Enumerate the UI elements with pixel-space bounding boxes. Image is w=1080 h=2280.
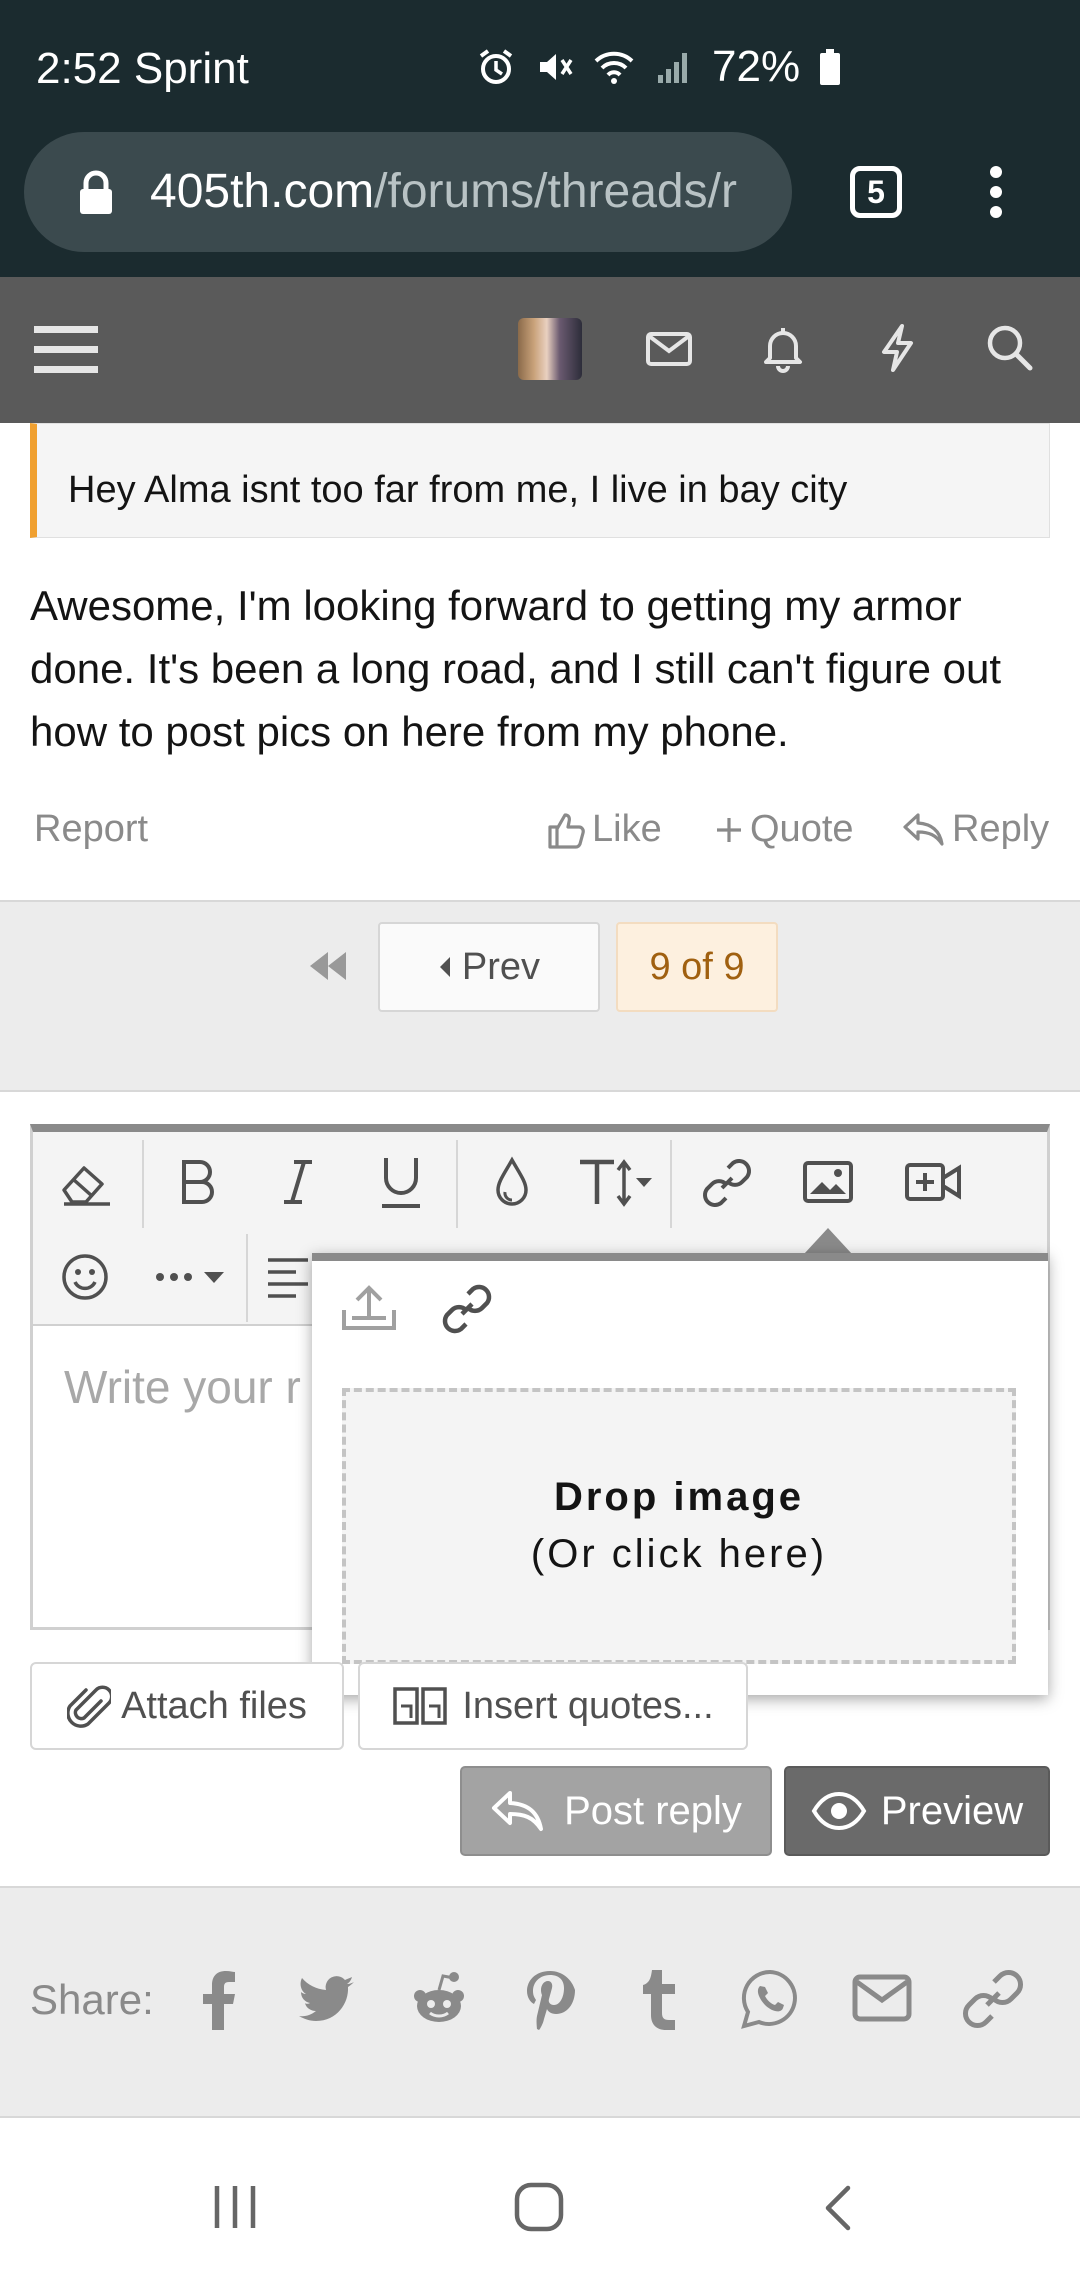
smiley-icon[interactable] — [60, 1252, 110, 1302]
reply-label: Reply — [952, 808, 1050, 850]
thumbs-up-icon — [546, 809, 586, 851]
preview-label: Preview — [880, 1788, 1024, 1833]
quote-button[interactable]: Quote — [714, 808, 854, 851]
video-icon[interactable] — [904, 1160, 962, 1204]
status-time: 2:52 Sprint — [36, 44, 249, 93]
caret-left-icon — [438, 955, 452, 979]
link-icon[interactable] — [700, 1156, 754, 1210]
more-menu-icon[interactable] — [986, 164, 1006, 220]
url-host: 405th.com — [150, 165, 375, 218]
reply-arrow-icon — [902, 811, 946, 849]
text-size-icon[interactable] — [576, 1156, 656, 1210]
paperclip-icon — [67, 1681, 112, 1731]
prev-label: Prev — [461, 945, 541, 988]
align-icon[interactable] — [266, 1254, 310, 1298]
more-options-icon[interactable] — [154, 1262, 234, 1292]
current-page-indicator[interactable]: 9 of 9 — [616, 922, 778, 1012]
attach-files-button[interactable]: Attach files — [30, 1662, 344, 1750]
image-url-link-icon[interactable] — [440, 1282, 494, 1336]
status-icons: 72% — [476, 42, 842, 92]
reddit-icon[interactable] — [408, 1968, 470, 2030]
pinterest-icon[interactable] — [522, 1968, 576, 2032]
insert-quotes-label: Insert quotes... — [462, 1684, 714, 1727]
underline-icon[interactable] — [378, 1154, 424, 1210]
like-button[interactable]: Like — [546, 808, 662, 851]
reply-button[interactable]: Reply — [902, 808, 1049, 851]
toolbar-divider — [670, 1140, 672, 1228]
alarm-icon — [476, 47, 516, 87]
wifi-icon — [592, 47, 636, 87]
italic-icon[interactable] — [278, 1156, 318, 1208]
recent-apps-icon[interactable] — [212, 2184, 258, 2230]
url-text[interactable]: 405th.com/forums/threads/r — [150, 164, 762, 219]
insert-quotes-button[interactable]: Insert quotes... — [358, 1662, 748, 1750]
image-icon[interactable] — [802, 1160, 854, 1204]
toolbar-divider — [456, 1140, 458, 1228]
eraser-icon[interactable] — [60, 1158, 114, 1208]
share-label: Share: — [30, 1976, 154, 2023]
eye-icon — [811, 1791, 867, 1831]
dropzone-subtitle: (Or click here) — [530, 1532, 828, 1576]
battery-percent: 72% — [712, 42, 801, 91]
tab-switcher-button[interactable]: 5 — [850, 166, 902, 218]
quote-marks-icon — [392, 1686, 448, 1726]
bell-icon[interactable] — [758, 322, 808, 374]
battery-icon — [818, 47, 842, 87]
image-dropzone[interactable]: Drop image (Or click here) — [342, 1388, 1016, 1664]
signal-icon — [654, 47, 694, 87]
footer-strip — [0, 2116, 1080, 2136]
whatsapp-icon[interactable] — [740, 1968, 800, 2030]
home-icon[interactable] — [514, 2182, 564, 2232]
prev-page-button[interactable]: Prev — [378, 922, 600, 1012]
toolbar-divider — [246, 1234, 248, 1322]
popup-caret — [804, 1228, 852, 1254]
first-page-icon[interactable] — [306, 950, 350, 982]
post-reply-button[interactable]: Post reply — [460, 1766, 772, 1856]
quote-text: Hey Alma isnt too far from me, I live in… — [68, 469, 848, 511]
hamburger-menu-icon[interactable] — [34, 322, 98, 378]
lock-icon — [76, 170, 116, 216]
toolbar-divider — [142, 1140, 144, 1228]
back-icon[interactable] — [822, 2184, 854, 2232]
tumblr-icon[interactable] — [638, 1968, 680, 2032]
twitter-icon[interactable] — [296, 1968, 358, 2030]
report-link[interactable]: Report — [34, 808, 148, 851]
lightning-icon[interactable] — [872, 322, 922, 374]
like-label: Like — [592, 808, 662, 850]
dropzone-title: Drop image — [553, 1475, 805, 1519]
mail-icon[interactable] — [644, 322, 694, 374]
post-body: Awesome, I'm looking forward to getting … — [30, 582, 1002, 755]
reply-input-placeholder[interactable]: Write your r — [64, 1360, 301, 1414]
bold-icon[interactable] — [176, 1156, 220, 1208]
upload-icon[interactable] — [340, 1282, 398, 1334]
mute-icon — [534, 47, 574, 87]
attach-files-label: Attach files — [121, 1684, 307, 1727]
color-drop-icon[interactable] — [492, 1156, 532, 1210]
email-icon[interactable] — [852, 1972, 912, 2024]
quote-label: Quote — [750, 808, 854, 850]
search-icon[interactable] — [984, 322, 1036, 374]
user-avatar[interactable] — [518, 318, 582, 380]
post-reply-label: Post reply — [564, 1788, 742, 1833]
plus-icon — [714, 815, 744, 845]
report-label: Report — [34, 808, 149, 850]
reply-arrow-icon — [490, 1789, 546, 1833]
url-path: /forums/threads/r — [374, 165, 737, 218]
share-link-icon[interactable] — [962, 1968, 1024, 2030]
preview-button[interactable]: Preview — [784, 1766, 1050, 1856]
facebook-icon[interactable] — [196, 1968, 240, 2032]
